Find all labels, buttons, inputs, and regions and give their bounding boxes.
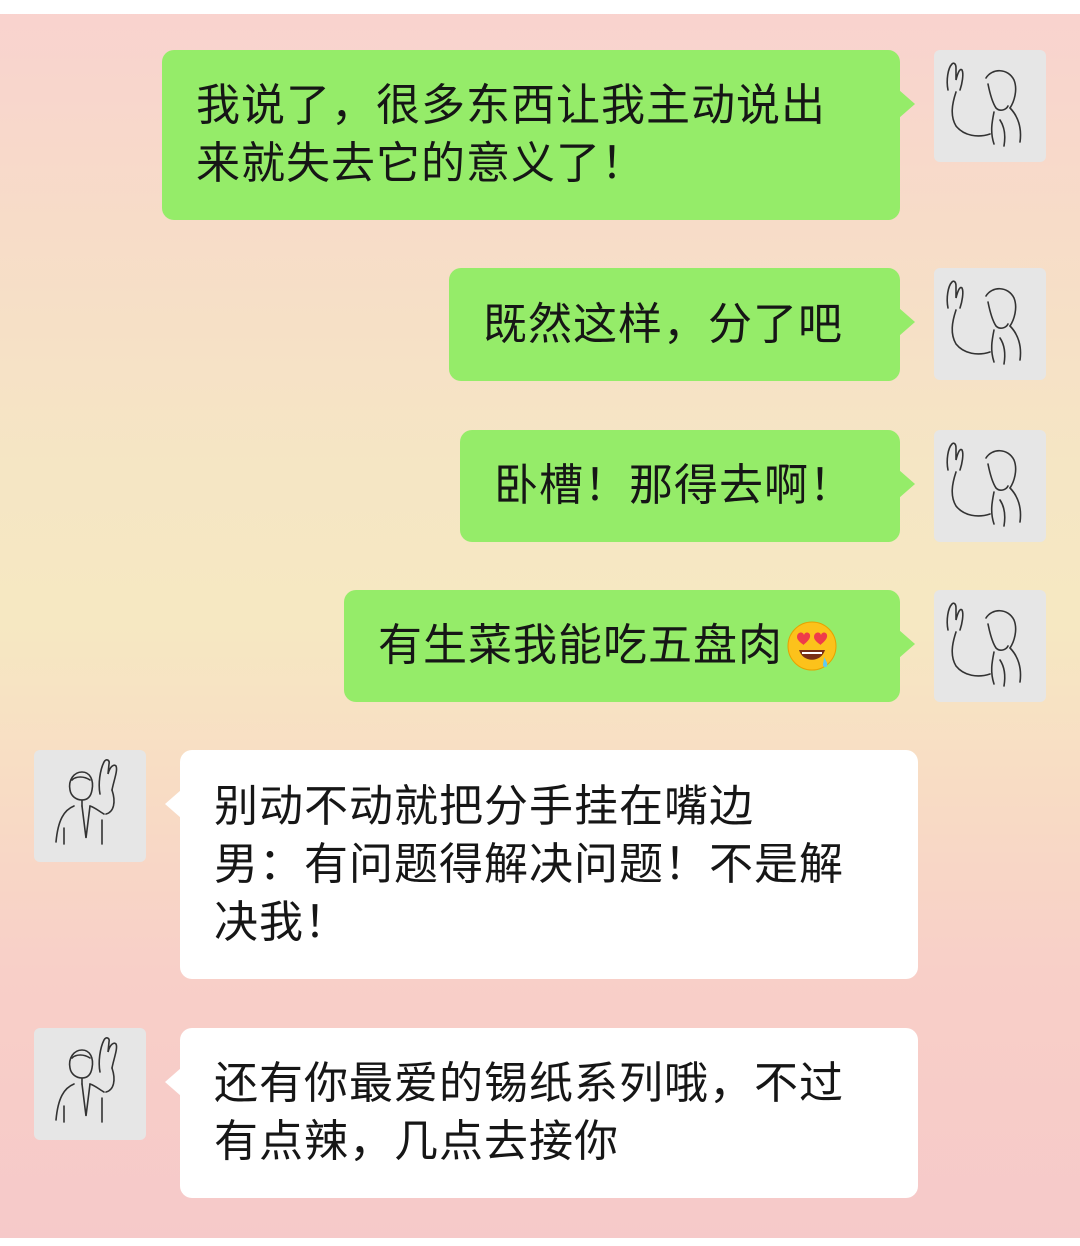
woman-waving-icon: [946, 442, 1022, 527]
message-text: 有生菜我能吃五盘肉: [378, 620, 783, 671]
received-message-bubble[interactable]: 别动不动就把分手挂在嘴边 男：有问题得解决问题！不是解 决我！: [165, 750, 918, 979]
message-text: 既然这样，分了吧: [483, 298, 843, 350]
top-border: [0, 0, 1080, 14]
message-text: 还有你最爱的锡纸系列哦，不过 有点辣，几点去接你: [214, 1058, 844, 1167]
sent-message-bubble[interactable]: 既然这样，分了吧: [449, 268, 915, 381]
man-waving-avatar[interactable]: [34, 1028, 146, 1140]
sent-message-bubble[interactable]: 卧槽！那得去啊！: [460, 430, 915, 542]
woman-waving-avatar[interactable]: [934, 590, 1046, 702]
bottom-border: [0, 1238, 1080, 1246]
woman-waving-icon: [946, 62, 1022, 147]
received-message-bubble[interactable]: 还有你最爱的锡纸系列哦，不过 有点辣，几点去接你: [165, 1028, 918, 1198]
sent-message-bubble[interactable]: 有生菜我能吃五盘肉: [344, 590, 915, 702]
message-text: 别动不动就把分手挂在嘴边 男：有问题得解决问题！不是解 决我！: [214, 780, 844, 948]
woman-waving-icon: [946, 280, 1022, 365]
woman-waving-avatar[interactable]: [934, 430, 1046, 542]
message-text: 我说了，很多东西让我主动说出 来就失去它的意义了！: [196, 80, 826, 189]
woman-waving-avatar[interactable]: [934, 50, 1046, 162]
man-waving-icon: [55, 1037, 118, 1123]
woman-waving-icon: [946, 602, 1022, 687]
man-waving-avatar[interactable]: [34, 750, 146, 862]
woman-waving-avatar[interactable]: [934, 268, 1046, 380]
heart-eyes-drooling-emoji: [787, 621, 837, 671]
sent-message-bubble[interactable]: 我说了，很多东西让我主动说出 来就失去它的意义了！: [162, 50, 915, 220]
man-waving-icon: [55, 759, 118, 845]
message-text: 卧槽！那得去啊！: [494, 460, 854, 511]
